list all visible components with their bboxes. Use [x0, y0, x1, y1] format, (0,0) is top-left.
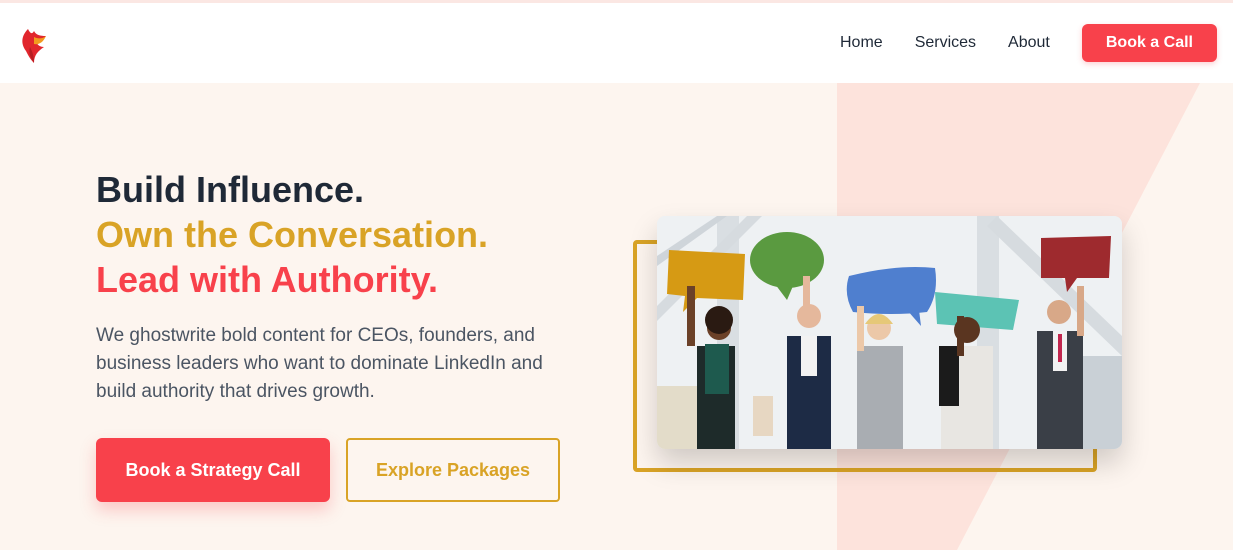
hero-section: Build Influence. Own the Conversation. L… [0, 83, 1233, 550]
headline-line-1: Build Influence. [96, 169, 365, 210]
team-speech-bubbles-photo [657, 216, 1122, 449]
hero-description: We ghostwrite bold content for CEOs, fou… [96, 325, 543, 402]
phoenix-logo-icon[interactable] [18, 25, 50, 65]
nav-home-link[interactable]: Home [840, 34, 883, 52]
nav-about-link[interactable]: About [1008, 34, 1050, 52]
headline-line-2: Own the Conversation. [96, 214, 489, 255]
book-strategy-call-button[interactable]: Book a Strategy Call [96, 438, 330, 502]
nav-services-link[interactable]: Services [915, 34, 976, 52]
site-header: Home Services About Book a Call [0, 3, 1233, 83]
hero-headline: Build Influence. Own the Conversation. L… [96, 167, 488, 302]
book-a-call-button[interactable]: Book a Call [1081, 24, 1217, 62]
main-nav: Home Services About Book a Call [840, 23, 1217, 63]
headline-line-3: Lead with Authority. [96, 259, 438, 300]
explore-packages-button[interactable]: Explore Packages [346, 438, 560, 502]
